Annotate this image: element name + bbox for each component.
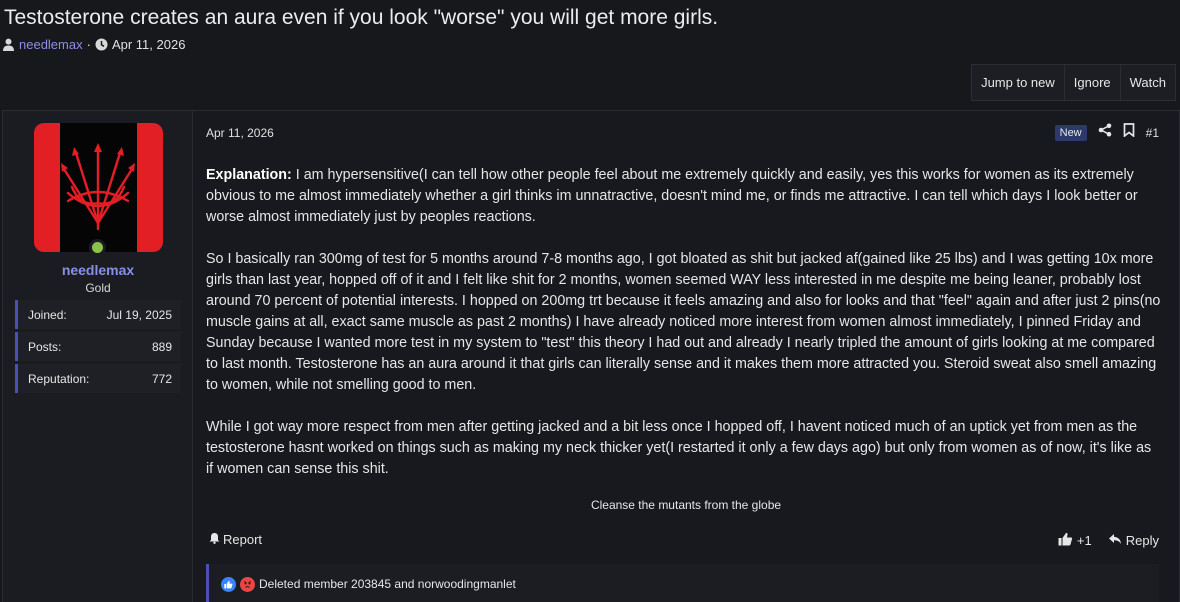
post: needlemax Gold Joined: Jul 19, 2025 Post… (2, 110, 1180, 602)
post-paragraph-1: Explanation: I am hypersensitive(I can t… (206, 167, 1138, 225)
meta-separator: · (86, 37, 91, 52)
reply-icon (1108, 533, 1122, 548)
reactions-bar[interactable]: Deleted member 203845 and norwoodingmanl… (206, 564, 1159, 602)
thread-meta: needlemax · Apr 11, 2026 (2, 37, 185, 52)
post-username[interactable]: needlemax (3, 262, 193, 278)
bell-icon (209, 532, 220, 547)
stat-label: Joined: (28, 307, 67, 322)
ignore-button[interactable]: Ignore (1065, 65, 1121, 100)
stat-label: Posts: (28, 339, 62, 354)
reply-label: Reply (1125, 533, 1159, 548)
stat-joined: Joined: Jul 19, 2025 (15, 300, 181, 329)
avatar[interactable] (34, 123, 163, 252)
like-count: +1 (1076, 533, 1092, 548)
stat-value: 772 (151, 371, 172, 386)
user-icon (2, 38, 15, 51)
clock-icon (95, 38, 108, 51)
post-body: Explanation: I am hypersensitive(I can t… (206, 165, 1161, 501)
thread-title: Testosterone creates an aura even if you… (4, 6, 719, 29)
jump-to-new-button[interactable]: Jump to new (972, 65, 1065, 100)
post-actions: New #1 (1054, 123, 1159, 142)
online-status-indicator (89, 239, 106, 256)
thread-date[interactable]: Apr 11, 2026 (112, 37, 185, 52)
stat-value: 889 (151, 339, 172, 354)
post-paragraph-2: So I basically ran 300mg of test for 5 m… (206, 251, 1161, 393)
stat-reputation: Reputation: 772 (15, 364, 181, 393)
watch-button[interactable]: Watch (1121, 65, 1175, 100)
user-signature: Cleanse the mutants from the globe (590, 498, 782, 512)
stat-value: Jul 19, 2025 (106, 307, 172, 322)
explanation-label: Explanation: (206, 167, 292, 183)
report-link[interactable]: Report (209, 532, 262, 547)
like-button[interactable]: +1 (1058, 532, 1092, 549)
share-icon[interactable] (1098, 123, 1112, 142)
post-date[interactable]: Apr 11, 2026 (206, 126, 274, 140)
reactions-text[interactable]: Deleted member 203845 and norwoodingmanl… (259, 577, 516, 591)
yoke-and-arrows-emblem (61, 143, 135, 231)
post-paragraph-3: While I got way more respect from men af… (206, 419, 1152, 477)
report-label: Report (223, 532, 263, 547)
post-footer-actions: +1 Reply (1058, 532, 1159, 549)
thread-button-group: Jump to new Ignore Watch (971, 64, 1176, 101)
like-reaction-icon (221, 576, 236, 592)
post-user-column: needlemax Gold Joined: Jul 19, 2025 Post… (3, 111, 193, 602)
stat-posts: Posts: 889 (15, 332, 181, 361)
new-badge: New (1054, 124, 1087, 141)
user-title: Gold (85, 281, 111, 295)
post-number-link[interactable]: #1 (1146, 126, 1159, 140)
angry-reaction-icon (240, 576, 255, 592)
reply-button[interactable]: Reply (1108, 533, 1159, 548)
bookmark-icon[interactable] (1123, 123, 1135, 142)
thread-author-link[interactable]: needlemax (19, 37, 83, 52)
thumbs-up-icon (1058, 532, 1073, 549)
stat-label: Reputation: (28, 371, 90, 386)
